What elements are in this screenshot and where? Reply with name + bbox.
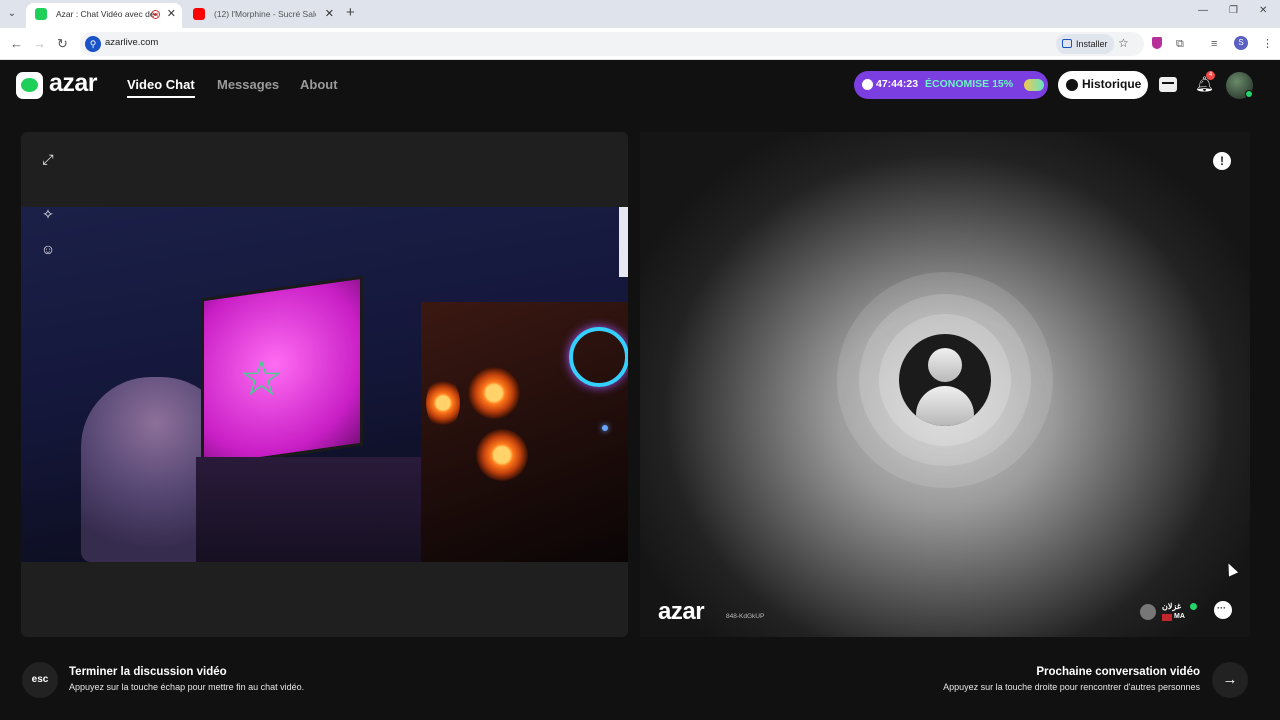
browser-menu-icon[interactable]: ⋮: [1262, 37, 1273, 51]
azar-favicon-icon: [35, 8, 47, 20]
install-icon: [1062, 39, 1072, 48]
tab-azar[interactable]: Azar : Chat Vidéo avec de n ✕: [26, 3, 182, 28]
reading-list-icon[interactable]: ≡: [1211, 37, 1217, 51]
azar-logo-icon: [16, 72, 43, 99]
store-icon[interactable]: [1159, 77, 1177, 92]
partner-avatar-icon: [1140, 604, 1156, 620]
logo-wordmark: azar: [49, 69, 98, 97]
new-tab-button[interactable]: +: [346, 5, 355, 21]
youtube-favicon-icon: [193, 8, 205, 20]
next-chat-hint: Appuyez sur la touche droite pour rencon…: [943, 682, 1200, 692]
nav-messages[interactable]: Messages: [217, 77, 279, 92]
report-shield-icon[interactable]: !: [1213, 152, 1231, 170]
partner-country: MA: [1174, 613, 1185, 620]
esc-key-button[interactable]: esc: [22, 662, 58, 698]
next-chat-title: Prochaine conversation vidéo: [1036, 666, 1200, 678]
tab-title: Azar : Chat Vidéo avec de n: [56, 9, 158, 19]
promo-timer: 47:44:23: [876, 78, 919, 90]
rgb-ring-light: [569, 327, 628, 387]
nav-video-chat[interactable]: Video Chat: [127, 77, 195, 98]
history-clock-icon: [1066, 79, 1078, 91]
close-window-icon[interactable]: ✕: [1259, 5, 1267, 16]
rgb-fan-icon: [476, 429, 528, 481]
forward-icon[interactable]: →: [33, 36, 46, 52]
star-icon: ☆: [239, 350, 284, 406]
avatar-head: [928, 348, 962, 382]
chat-bubble-icon[interactable]: [1214, 601, 1232, 619]
tab-title: (12) l'Morphine - Sucré Salé (O: [214, 9, 316, 19]
tab-search-icon[interactable]: ⌄: [4, 6, 20, 22]
magic-wand-effects-icon[interactable]: ✧: [36, 202, 60, 226]
notification-badge: 4: [1206, 71, 1215, 80]
bookmark-star-icon[interactable]: ☆: [1118, 36, 1129, 50]
end-chat-hint: Appuyez sur la touche échap pour mettre …: [69, 682, 305, 692]
close-tab-icon[interactable]: ✕: [325, 3, 334, 26]
avatar-body: [916, 386, 974, 426]
azar-page: azar Video Chat Messages About 47:44:23 …: [0, 60, 1280, 720]
back-icon[interactable]: ←: [10, 36, 23, 52]
promo-text: ÉCONOMISE 15%: [925, 78, 1014, 90]
expand-icon[interactable]: ⤢: [36, 147, 60, 171]
online-status-dot: [1245, 90, 1253, 98]
site-info-icon[interactable]: ⚲: [85, 36, 101, 52]
face-sticker-icon[interactable]: ☺: [36, 237, 60, 261]
rgb-fan-icon: [426, 377, 460, 429]
partner-online-dot: [1190, 603, 1197, 610]
self-camera-feed: ☆: [21, 207, 628, 562]
extensions-puzzle-icon[interactable]: ⧉: [1176, 37, 1184, 51]
partner-name: غزلان: [1162, 602, 1182, 611]
reload-icon[interactable]: ↻: [57, 36, 68, 52]
history-button[interactable]: Historique: [1058, 71, 1148, 99]
rgb-fan-icon: [468, 367, 520, 419]
tab-youtube[interactable]: (12) l'Morphine - Sucré Salé (O ✕: [184, 3, 340, 28]
address-toolbar: ← → ↻ ⚲ azarlive.com Installer ☆ ⧉ ≡ S ⋮: [0, 28, 1280, 60]
self-video-panel: ☆ ⤢ ✧ ☺: [21, 132, 628, 637]
browser-profile-avatar[interactable]: S: [1234, 36, 1248, 50]
nav-about[interactable]: About: [300, 77, 338, 92]
recording-icon: [151, 10, 160, 19]
end-chat-title: Terminer la discussion vidéo: [69, 666, 227, 678]
azar-watermark: azar: [658, 598, 705, 625]
gems-icon: [1024, 79, 1044, 91]
minimize-icon[interactable]: —: [1198, 5, 1208, 16]
desk-shadow: [196, 457, 426, 562]
partner-video-panel: ! azar 848-KdGkUP غزلان MA: [640, 132, 1250, 637]
promo-banner[interactable]: 47:44:23 ÉCONOMISE 15%: [854, 71, 1048, 99]
install-label: Installer: [1076, 39, 1108, 49]
clock-icon: [862, 79, 873, 90]
browser-tab-strip: ⌄ Azar : Chat Vidéo avec de n ✕ (12) l'M…: [0, 0, 1280, 28]
blue-led: [602, 425, 608, 431]
install-app-button[interactable]: Installer: [1056, 34, 1114, 54]
flag-icon: [1162, 614, 1172, 621]
restore-icon[interactable]: ❐: [1229, 5, 1238, 16]
url-bar[interactable]: ⚲ azarlive.com Installer ☆: [80, 32, 1144, 56]
close-tab-icon[interactable]: ✕: [167, 3, 176, 26]
partner-info[interactable]: غزلان MA: [1140, 602, 1210, 624]
url-text: azarlive.com: [105, 37, 159, 48]
session-id: 848-KdGkUP: [726, 613, 765, 620]
next-arrow-button[interactable]: →: [1212, 662, 1248, 698]
history-label: Historique: [1082, 77, 1142, 91]
video-wall-edge: [619, 207, 628, 277]
ublock-extension-icon[interactable]: [1152, 37, 1162, 49]
partner-placeholder-avatar-icon: [899, 334, 991, 426]
